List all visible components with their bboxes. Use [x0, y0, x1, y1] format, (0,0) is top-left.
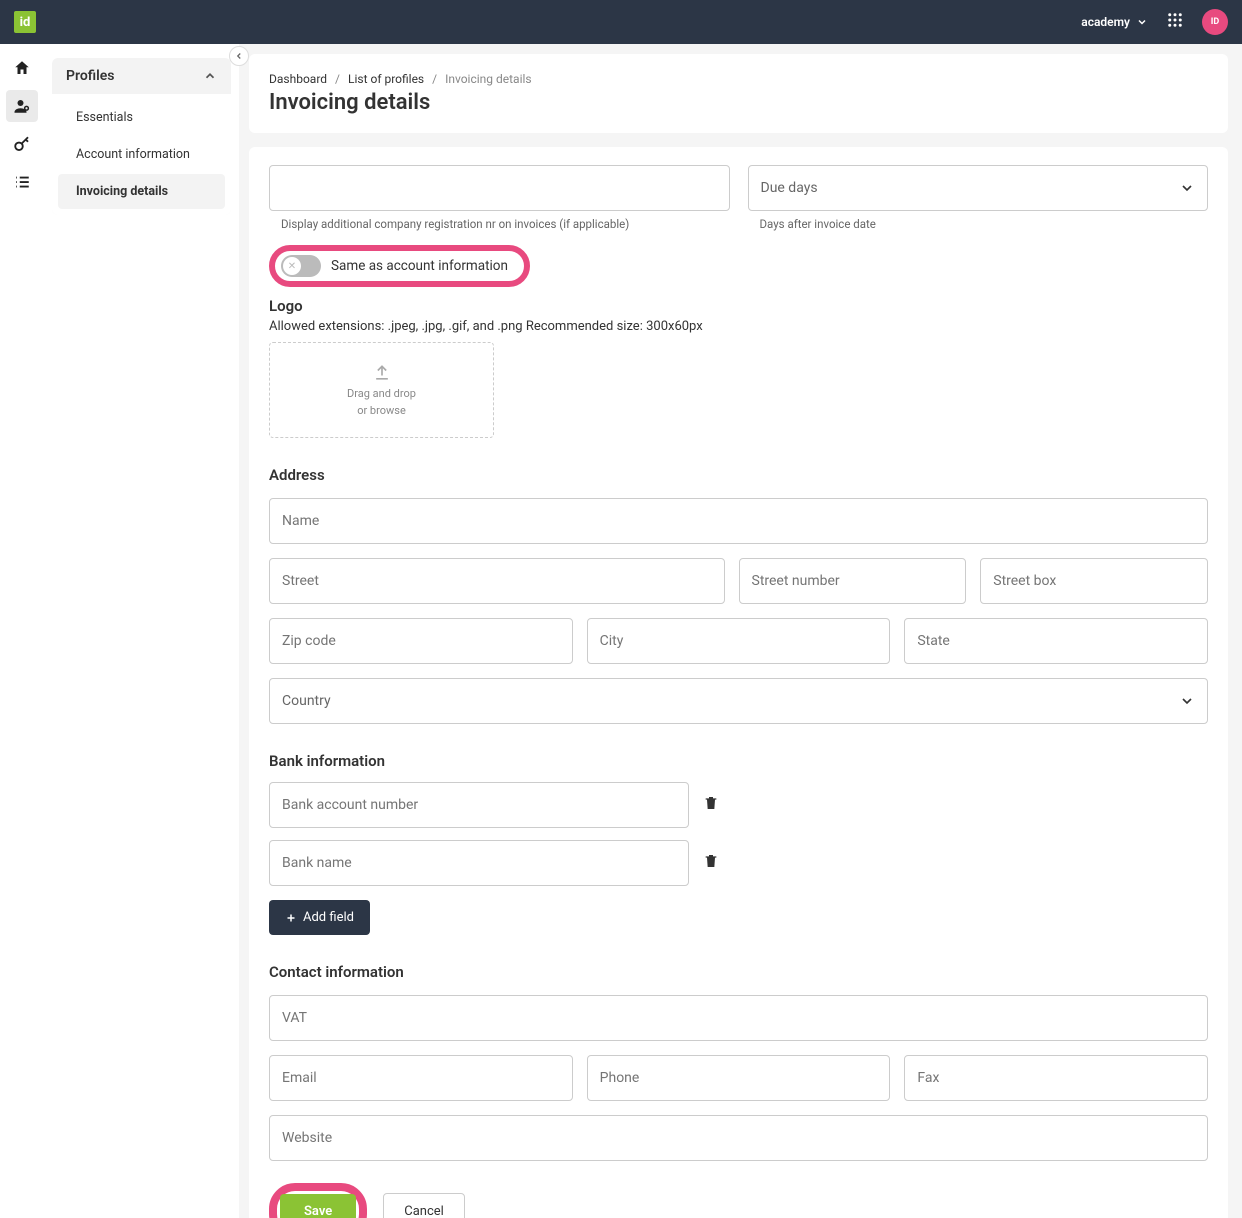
account-dropdown[interactable]: academy — [1081, 15, 1148, 29]
same-as-toggle-label: Same as account information — [331, 258, 508, 274]
trash-icon — [703, 853, 719, 869]
chevron-down-icon — [1179, 693, 1195, 709]
avatar[interactable]: ID — [1202, 9, 1228, 35]
street-number-input[interactable] — [739, 558, 967, 604]
zip-input[interactable] — [269, 618, 573, 664]
state-input[interactable] — [904, 618, 1208, 664]
chevron-up-icon — [203, 69, 217, 83]
street-input[interactable] — [269, 558, 725, 604]
same-as-account-toggle[interactable]: ✕ — [281, 255, 321, 277]
sidebar: Profiles Essentials Account information … — [44, 44, 239, 1218]
phone-input[interactable] — [587, 1055, 891, 1101]
bank-section-title: Bank information — [269, 752, 1208, 770]
bank-name-input[interactable] — [269, 840, 689, 886]
annotation-callout-2: Save — [269, 1183, 367, 1218]
form-card: Invoice social number Display additional… — [249, 147, 1228, 1218]
address-section-title: Address — [269, 466, 1208, 484]
sidebar-item-essentials[interactable]: Essentials — [58, 100, 225, 135]
upload-icon — [372, 363, 392, 383]
due-days-placeholder: Due days — [761, 180, 818, 196]
rail-profiles[interactable] — [6, 90, 38, 122]
page-title: Invoicing details — [269, 90, 1208, 115]
annotation-callout-1: ✕ Same as account information — [269, 245, 530, 287]
breadcrumb: Dashboard / List of profiles / Invoicing… — [269, 72, 1208, 86]
country-select[interactable]: Country — [269, 678, 1208, 724]
main-content: Dashboard / List of profiles / Invoicing… — [239, 44, 1242, 1218]
rail-keys[interactable] — [6, 128, 38, 160]
rail-home[interactable] — [6, 52, 38, 84]
email-input[interactable] — [269, 1055, 573, 1101]
vat-input[interactable] — [269, 995, 1208, 1041]
toggle-knob: ✕ — [283, 257, 301, 275]
name-input[interactable] — [269, 498, 1208, 544]
city-input[interactable] — [587, 618, 891, 664]
sidebar-title: Profiles — [66, 68, 114, 84]
bank-account-input[interactable] — [269, 782, 689, 828]
contact-section-title: Contact information — [269, 963, 1208, 981]
delete-bank-account-button[interactable] — [703, 795, 719, 815]
app-logo[interactable]: id — [14, 11, 36, 33]
chevron-down-icon — [1179, 180, 1195, 196]
due-days-helper: Days after invoice date — [748, 217, 1209, 231]
collapse-sidebar-button[interactable] — [229, 46, 249, 66]
invoice-social-helper: Display additional company registration … — [269, 217, 730, 231]
annotation-marker-1: 1 — [239, 231, 241, 292]
chevron-down-icon — [1136, 16, 1148, 28]
cancel-button[interactable]: Cancel — [383, 1193, 465, 1218]
sidebar-item-invoicing[interactable]: Invoicing details — [58, 174, 225, 209]
fax-input[interactable] — [904, 1055, 1208, 1101]
add-field-button[interactable]: Add field — [269, 900, 370, 935]
trash-icon — [703, 795, 719, 811]
delete-bank-name-button[interactable] — [703, 853, 719, 873]
dropzone-line1: Drag and drop — [347, 387, 416, 400]
sidebar-item-account-info[interactable]: Account information — [58, 137, 225, 172]
crumb-current: Invoicing details — [445, 72, 532, 86]
sidebar-header[interactable]: Profiles — [52, 58, 231, 94]
crumb-dashboard[interactable]: Dashboard — [269, 72, 327, 86]
nav-rail — [0, 44, 44, 1218]
website-input[interactable] — [269, 1115, 1208, 1161]
save-button[interactable]: Save — [280, 1194, 356, 1218]
rail-list[interactable] — [6, 166, 38, 198]
crumb-list[interactable]: List of profiles — [348, 72, 424, 86]
due-days-select[interactable]: Due days — [748, 165, 1209, 211]
invoice-social-input[interactable] — [269, 165, 730, 211]
logo-dropzone[interactable]: Drag and drop or browse — [269, 342, 494, 438]
logo-section-title: Logo — [269, 297, 1208, 315]
dropzone-line2: or browse — [357, 404, 406, 417]
add-field-label: Add field — [303, 910, 354, 925]
plus-icon — [285, 912, 297, 924]
account-label: academy — [1081, 15, 1130, 29]
topbar: id academy ID — [0, 0, 1242, 44]
logo-section-sub: Allowed extensions: .jpeg, .jpg, .gif, a… — [269, 319, 1208, 334]
header-card: Dashboard / List of profiles / Invoicing… — [249, 54, 1228, 133]
street-box-input[interactable] — [980, 558, 1208, 604]
country-placeholder: Country — [282, 693, 331, 709]
apps-grid-icon[interactable] — [1166, 11, 1184, 33]
